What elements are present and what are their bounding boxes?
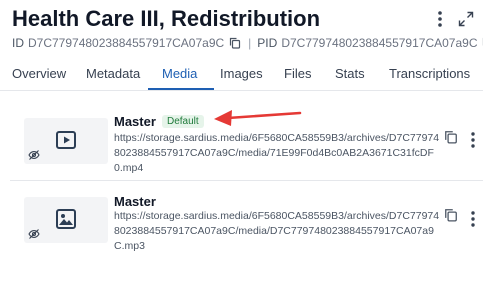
eye-off-icon	[28, 227, 40, 239]
row-menu-icon[interactable]	[470, 211, 480, 229]
id-label: ID	[12, 36, 24, 50]
media-item: Master https://storage.sardius.media/6F5…	[10, 181, 483, 261]
media-thumbnail[interactable]	[24, 118, 108, 164]
expand-icon[interactable]	[455, 8, 477, 30]
copy-url-icon[interactable]	[444, 208, 460, 224]
page-title: Health Care III, Redistribution	[12, 6, 321, 31]
tab-files[interactable]: Files	[284, 66, 311, 81]
copy-id-icon[interactable]	[228, 36, 242, 50]
pid-label: PID	[257, 36, 278, 50]
tab-bar: Overview Metadata Media Images Files Sta…	[0, 60, 483, 91]
video-play-icon	[54, 128, 78, 152]
media-title: Master	[114, 194, 156, 209]
id-value: D7C779748023884557917CA07a9C	[28, 36, 225, 50]
media-thumbnail[interactable]	[24, 197, 108, 243]
tab-metadata[interactable]: Metadata	[86, 66, 140, 81]
media-item: Master Default https://storage.sardius.m…	[10, 100, 483, 181]
media-title: Master	[114, 114, 156, 129]
copy-url-icon[interactable]	[444, 130, 460, 146]
media-url[interactable]: https://storage.sardius.media/6F5680CA58…	[114, 209, 440, 254]
default-badge: Default	[162, 115, 204, 128]
tab-media[interactable]: Media	[162, 66, 197, 81]
tab-images[interactable]: Images	[220, 66, 263, 81]
tab-overview[interactable]: Overview	[12, 66, 66, 81]
id-divider: |	[248, 36, 252, 50]
asset-ids: ID D7C779748023884557917CA07a9C | PID D7…	[12, 36, 483, 50]
tab-stats[interactable]: Stats	[335, 66, 365, 81]
active-tab-indicator	[148, 88, 214, 90]
eye-off-icon	[28, 148, 40, 160]
header-actions	[429, 8, 477, 30]
image-icon	[54, 207, 78, 231]
media-url[interactable]: https://storage.sardius.media/6F5680CA58…	[114, 131, 440, 176]
tab-transcriptions[interactable]: Transcriptions	[389, 66, 470, 81]
row-menu-icon[interactable]	[470, 132, 480, 150]
pid-value: D7C779748023884557917CA07a9C	[281, 36, 478, 50]
kebab-menu-icon[interactable]	[429, 8, 451, 30]
